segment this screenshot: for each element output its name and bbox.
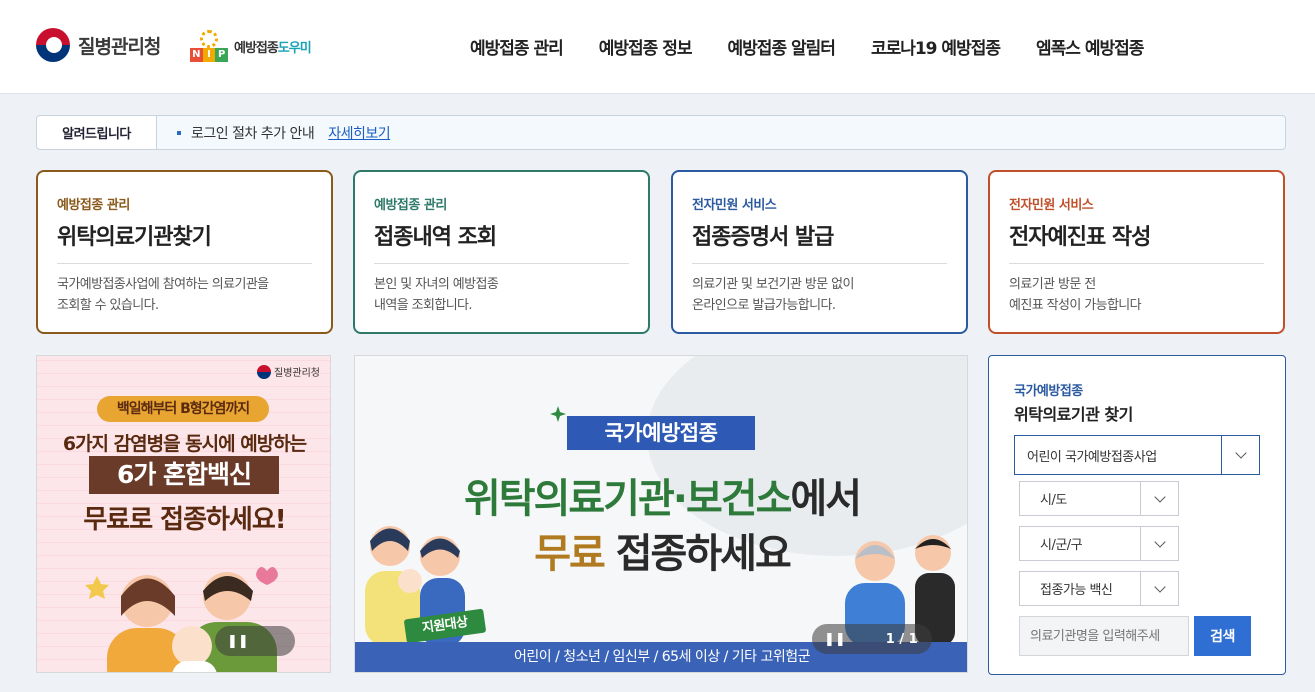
- card-description: 의료기관 및 보건기관 방문 없이 온라인으로 발급가능합니다.: [692, 277, 854, 313]
- promo-banner-national-vaccination[interactable]: 국가예방접종 위탁의료기관·보건소에서 무료 접종하세요 지원대상 어린이 / …: [354, 355, 968, 673]
- nip-letter-i: I: [202, 48, 216, 62]
- promo-mid-controls: ❚❚ 1 / 1: [812, 624, 932, 654]
- promo-tag: 국가예방접종: [567, 416, 755, 450]
- chevron-down-icon: [1140, 527, 1178, 560]
- star-icon: [550, 406, 566, 422]
- card-description: 국가예방접종사업에 참여하는 의료기관을 조회할 수 있습니다.: [57, 277, 269, 313]
- vaccine-select[interactable]: 접종가능 백신: [1019, 571, 1179, 606]
- nav-vaccination-info[interactable]: 예방접종 정보: [599, 34, 693, 59]
- nip-sun-icon: N I P: [190, 30, 229, 62]
- card-find-clinic[interactable]: 예방접종 관리 위탁의료기관찾기 국가예방접종사업에 참여하는 의료기관을 조회할…: [36, 170, 333, 334]
- card-category: 전자민원 서비스: [692, 198, 777, 213]
- notice-bar: 알려드립니다 로그인 절차 추가 안내 자세히보기: [36, 115, 1286, 150]
- promo-line-3: 무료로 접종하세요!: [83, 505, 286, 535]
- card-category: 예방접종 관리: [57, 198, 130, 213]
- nav-covid19-vaccination[interactable]: 코로나19 예방접종: [871, 34, 1001, 59]
- notice-detail-link[interactable]: 자세히보기: [328, 123, 390, 143]
- sigungu-select-value: 시/군/구: [1040, 538, 1083, 553]
- card-category: 예방접종 관리: [374, 198, 447, 213]
- sigungu-select[interactable]: 시/군/구: [1019, 526, 1179, 561]
- promo-banner-6in1-vaccine[interactable]: 질병관리청 백일해부터 B형간염까지 6가지 감염병을 동시에 예방하는 6가 …: [36, 355, 331, 673]
- card-title: 접종내역 조회: [374, 219, 629, 264]
- kdca-logo[interactable]: 질병관리청: [36, 28, 161, 62]
- clinic-finder-panel: 국가예방접종 위탁의료기관 찾기 어린이 국가예방접종사업 시/도 시/군/구 …: [988, 355, 1286, 675]
- nav-mpox-vaccination[interactable]: 엠폭스 예방접종: [1036, 34, 1144, 59]
- card-title: 접종증명서 발급: [692, 219, 947, 264]
- notice-text: 로그인 절차 추가 안내: [191, 125, 315, 142]
- card-category: 전자민원 서비스: [1009, 198, 1094, 213]
- card-certificate-issue[interactable]: 전자민원 서비스 접종증명서 발급 의료기관 및 보건기관 방문 없이 온라인으로…: [671, 170, 968, 334]
- clinic-name-input[interactable]: [1019, 616, 1189, 656]
- chevron-down-icon: [1140, 482, 1178, 515]
- notice-title: 알려드립니다: [37, 116, 157, 149]
- card-e-questionnaire[interactable]: 전자민원 서비스 전자예진표 작성 의료기관 방문 전 예진표 작성이 가능합니다: [988, 170, 1285, 334]
- nip-logo[interactable]: N I P 예방접종도우미: [190, 30, 312, 62]
- card-description: 본인 및 자녀의 예방접종 내역을 조회합니다.: [374, 277, 499, 313]
- taeguk-icon: [36, 28, 70, 62]
- promo-line-1: 6가지 감염병을 동시에 예방하는: [62, 433, 307, 455]
- taeguk-icon: [257, 364, 271, 379]
- program-select[interactable]: 어린이 국가예방접종사업: [1014, 435, 1260, 475]
- chevron-down-icon: [1221, 436, 1259, 474]
- promo-pager: 1 / 1: [885, 631, 918, 647]
- card-title: 위탁의료기관찾기: [57, 219, 312, 264]
- vaccine-select-value: 접종가능 백신: [1040, 583, 1113, 598]
- card-description: 의료기관 방문 전 예진표 작성이 가능합니다: [1009, 277, 1142, 313]
- bullet-icon: [177, 130, 181, 135]
- finder-subtitle: 국가예방접종: [1014, 384, 1083, 399]
- promo-left-pause-button[interactable]: ❚❚: [215, 626, 295, 656]
- main-nav: 예방접종 관리 예방접종 정보 예방접종 알림터 코로나19 예방접종 엠폭스 …: [470, 34, 1179, 59]
- card-title: 전자예진표 작성: [1009, 219, 1264, 264]
- search-button[interactable]: 검색: [1194, 616, 1251, 656]
- chevron-down-icon: [1140, 572, 1178, 605]
- nip-logo-text: 예방접종도우미: [234, 40, 312, 56]
- promo-pill-text: 백일해부터 B형간염까지: [97, 396, 269, 422]
- nav-vaccination-notice[interactable]: 예방접종 알림터: [728, 34, 836, 59]
- kdca-logo-text: 질병관리청: [78, 35, 161, 58]
- sido-select-value: 시/도: [1040, 493, 1067, 508]
- sido-select[interactable]: 시/도: [1019, 481, 1179, 516]
- promo-highlight-box: 6가 혼합백신: [89, 456, 279, 494]
- card-vaccination-history[interactable]: 예방접종 관리 접종내역 조회 본인 및 자녀의 예방접종 내역을 조회합니다.: [353, 170, 650, 334]
- header: 질병관리청 N I P 예방접종도우미 예방접종 관리 예방접종 정보 예방접종…: [0, 0, 1315, 94]
- finder-title: 위탁의료기관 찾기: [1014, 405, 1133, 424]
- promo-mid-pause-button[interactable]: ❚❚: [824, 632, 846, 647]
- promo-kdca-logo: 질병관리청: [257, 364, 320, 379]
- nav-vaccination-management[interactable]: 예방접종 관리: [470, 34, 564, 59]
- program-select-value: 어린이 국가예방접종사업: [1027, 449, 1157, 465]
- nip-letter-p: P: [215, 48, 229, 62]
- nip-letter-n: N: [190, 48, 203, 62]
